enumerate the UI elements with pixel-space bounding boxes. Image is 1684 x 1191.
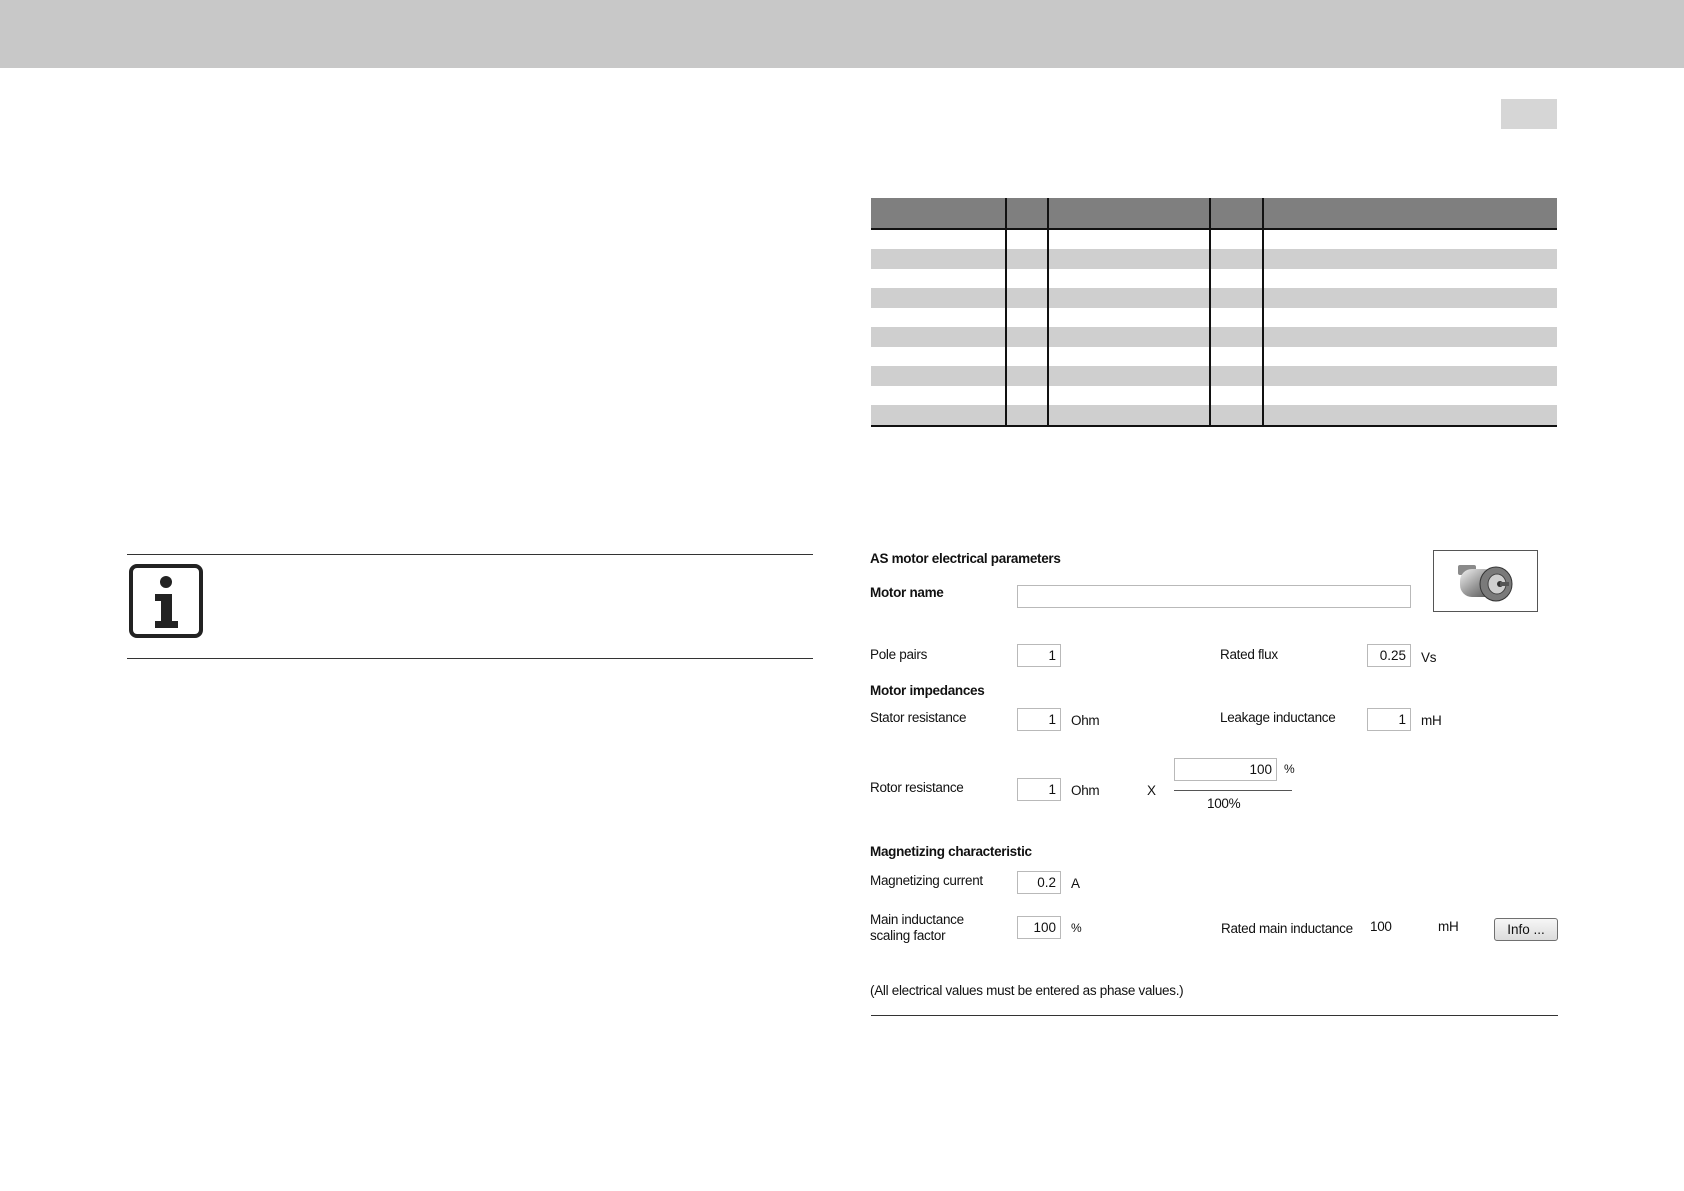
phase-values-note: (All electrical values must be entered a… bbox=[870, 983, 1184, 998]
main-inductance-scaling-field[interactable] bbox=[1017, 916, 1061, 939]
motor-name-label: Motor name bbox=[870, 585, 944, 600]
table-row bbox=[871, 366, 1557, 386]
rated-main-inductance-value: 100 bbox=[1370, 919, 1392, 934]
rotor-factor-unit: % bbox=[1284, 762, 1295, 776]
motor-name-field[interactable] bbox=[1017, 585, 1411, 608]
main-inductance-scaling-label-line1: Main inductance bbox=[870, 912, 964, 927]
rotor-resistance-label: Rotor resistance bbox=[870, 780, 964, 795]
column-divider bbox=[1047, 198, 1049, 427]
fraction-line bbox=[1174, 790, 1292, 791]
motor-parameters-dialog: AS motor electrical parameters Motor nam… bbox=[868, 540, 1558, 1016]
stator-resistance-field[interactable] bbox=[1017, 708, 1061, 731]
table-bottom-rule bbox=[871, 425, 1557, 427]
rotor-resistance-field[interactable] bbox=[1017, 778, 1061, 801]
table-row bbox=[871, 230, 1557, 250]
info-icon bbox=[129, 564, 203, 638]
magnetizing-current-unit: A bbox=[1071, 876, 1080, 891]
info-note bbox=[127, 554, 813, 659]
column-divider bbox=[1262, 198, 1264, 427]
table-row bbox=[871, 308, 1557, 328]
impedances-heading: Motor impedances bbox=[870, 683, 985, 698]
info-button[interactable]: Info ... bbox=[1494, 918, 1558, 941]
column-divider bbox=[1005, 198, 1007, 427]
rated-flux-unit: Vs bbox=[1421, 650, 1437, 665]
rated-main-inductance-label: Rated main inductance bbox=[1221, 921, 1353, 936]
table-row bbox=[871, 347, 1557, 367]
main-inductance-scaling-label-line2: scaling factor bbox=[870, 928, 946, 943]
leakage-inductance-field[interactable] bbox=[1367, 708, 1411, 731]
main-inductance-scaling-unit: % bbox=[1071, 921, 1082, 935]
pole-pairs-field[interactable] bbox=[1017, 644, 1061, 667]
table-header bbox=[871, 198, 1557, 230]
parameter-table bbox=[871, 198, 1557, 427]
magnetizing-current-label: Magnetizing current bbox=[870, 873, 983, 888]
rated-flux-label: Rated flux bbox=[1220, 647, 1278, 662]
table-row bbox=[871, 288, 1557, 308]
table-row bbox=[871, 405, 1557, 425]
dialog-title: AS motor electrical parameters bbox=[870, 551, 1061, 566]
pole-pairs-label: Pole pairs bbox=[870, 647, 928, 662]
multiply-sign: X bbox=[1147, 783, 1156, 798]
rotor-resistance-unit: Ohm bbox=[1071, 783, 1100, 798]
table-row bbox=[871, 269, 1557, 289]
rotor-factor-field[interactable] bbox=[1174, 758, 1277, 781]
table-row bbox=[871, 386, 1557, 406]
column-divider bbox=[1209, 198, 1211, 427]
magnetizing-current-field[interactable] bbox=[1017, 871, 1061, 894]
table-row bbox=[871, 327, 1557, 347]
rated-main-inductance-unit: mH bbox=[1438, 919, 1459, 934]
leakage-inductance-unit: mH bbox=[1421, 713, 1442, 728]
magnetizing-heading: Magnetizing characteristic bbox=[870, 844, 1032, 859]
rotor-factor-denominator: 100% bbox=[1207, 796, 1241, 811]
leakage-inductance-label: Leakage inductance bbox=[1220, 710, 1336, 725]
table-row bbox=[871, 249, 1557, 269]
dialog-bottom-rule bbox=[871, 1015, 1558, 1016]
header-bar bbox=[0, 0, 1684, 68]
motor-icon bbox=[1433, 550, 1538, 612]
rated-flux-field[interactable] bbox=[1367, 644, 1411, 667]
stator-resistance-unit: Ohm bbox=[1071, 713, 1100, 728]
page-tab bbox=[1501, 99, 1557, 129]
stator-resistance-label: Stator resistance bbox=[870, 710, 967, 725]
